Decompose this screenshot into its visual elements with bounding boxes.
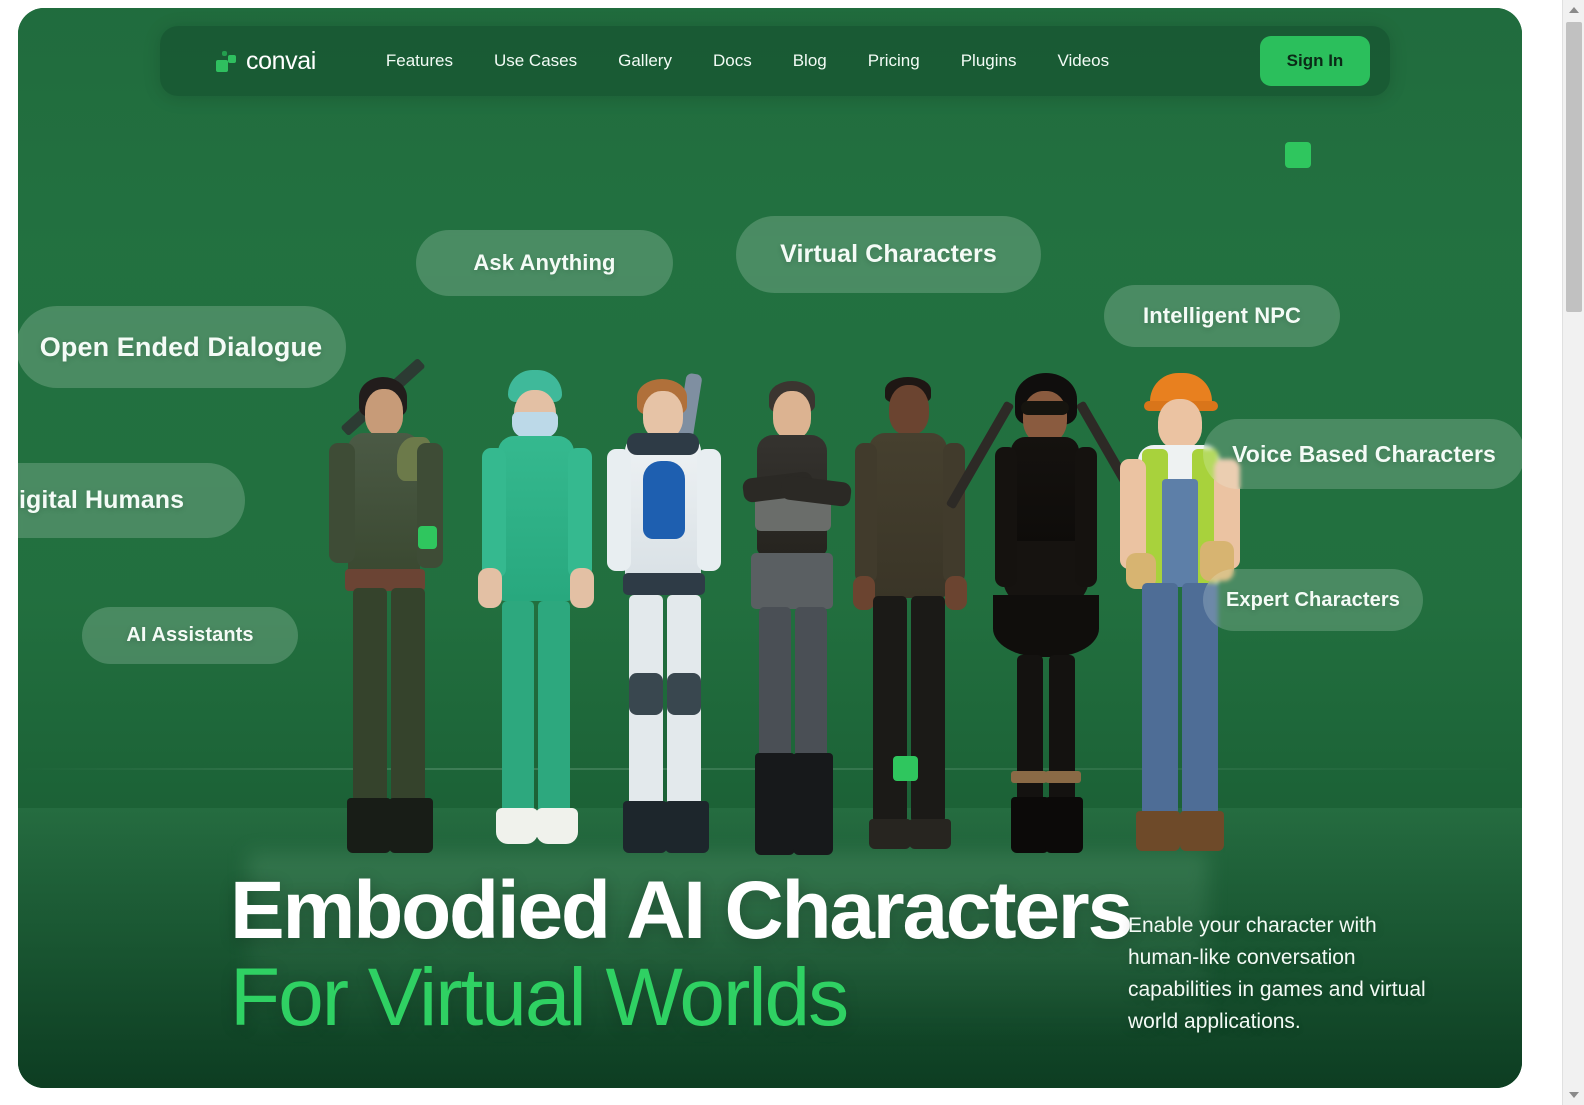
convai-logo-icon <box>216 50 237 72</box>
nav-link-gallery[interactable]: Gallery <box>618 51 672 71</box>
pill-ask-anything: Ask Anything <box>416 230 673 296</box>
pill-digital-humans: Digital Humans <box>18 463 245 538</box>
nav-link-blog[interactable]: Blog <box>793 51 827 71</box>
nav-link-pricing[interactable]: Pricing <box>868 51 920 71</box>
pill-intelligent-npc: Intelligent NPC <box>1104 285 1340 347</box>
main-navbar: convai Features Use Cases Gallery Docs B… <box>160 26 1390 96</box>
pill-ai-assistants: AI Assistants <box>82 607 298 664</box>
accent-square-icon <box>1285 142 1311 168</box>
nav-link-plugins[interactable]: Plugins <box>961 51 1017 71</box>
hero-headline: Embodied AI Characters For Virtual World… <box>230 865 1133 1044</box>
hero-subcopy: Enable your character with human-like co… <box>1128 914 1426 1034</box>
accent-square-icon <box>418 526 437 549</box>
headline-line-1: Embodied AI Characters <box>230 865 1133 957</box>
page-scrollbar[interactable] <box>1562 0 1584 1105</box>
pill-virtual-characters: Virtual Characters <box>736 216 1041 293</box>
character-armored-warrior <box>323 357 458 873</box>
scroll-down-arrow-icon[interactable] <box>1563 1085 1584 1105</box>
nav-links: Features Use Cases Gallery Docs Blog Pri… <box>386 51 1109 71</box>
scrollbar-thumb[interactable] <box>1566 22 1582 312</box>
scroll-up-arrow-icon[interactable] <box>1563 0 1584 20</box>
character-surgeon <box>478 368 598 873</box>
character-businessman <box>851 371 969 873</box>
accent-square-icon <box>893 756 918 781</box>
pill-voice-based-characters: Voice Based Characters <box>1203 419 1522 489</box>
nav-link-videos[interactable]: Videos <box>1057 51 1109 71</box>
nav-link-features[interactable]: Features <box>386 51 453 71</box>
brand-name: convai <box>246 46 316 75</box>
character-gothic-ninja <box>945 373 1145 873</box>
nav-link-docs[interactable]: Docs <box>713 51 752 71</box>
nav-link-use-cases[interactable]: Use Cases <box>494 51 577 71</box>
page-card: convai Features Use Cases Gallery Docs B… <box>18 8 1522 1088</box>
headline-line-2: For Virtual Worlds <box>230 952 849 1044</box>
character-sci-fi-soldier <box>603 372 733 873</box>
browser-viewport: convai Features Use Cases Gallery Docs B… <box>0 0 1584 1105</box>
pill-open-ended-dialogue: Open Ended Dialogue <box>18 306 346 388</box>
sign-in-button[interactable]: Sign In <box>1260 36 1370 86</box>
brand-logo[interactable]: convai <box>216 47 316 76</box>
character-lineup <box>273 357 1240 873</box>
character-punk-rogue <box>733 375 858 873</box>
pill-expert-characters: Expert Characters <box>1203 569 1423 631</box>
